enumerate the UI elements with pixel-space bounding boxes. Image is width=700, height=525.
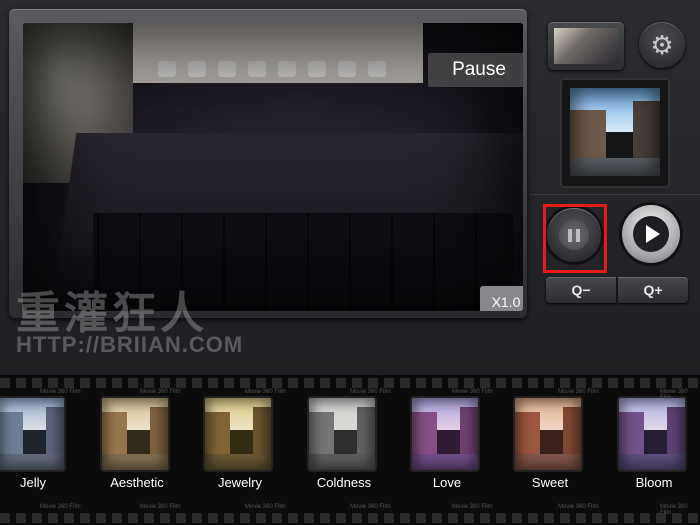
camera-preview-frame: Pause X1.0 [9, 9, 527, 318]
filter-label: Coldness [316, 475, 372, 490]
film-perforations [0, 378, 700, 388]
filter-item-bloom[interactable]: Bloom [614, 398, 694, 498]
gallery-thumbnail [554, 28, 618, 64]
film-brand-text: Movie 360 Film [140, 389, 181, 395]
filter-item-sweet[interactable]: Sweet [510, 398, 590, 498]
filter-thumbnail [102, 398, 168, 470]
pause-button-highlight [543, 204, 607, 273]
gear-icon: ⚙ [650, 29, 674, 60]
film-brand-text: Movie 360 Film [140, 504, 181, 510]
film-brand-text: Movie 360 Film [245, 389, 286, 395]
zoom-out-button[interactable]: Q− [546, 277, 616, 303]
film-brand-text: Movie 360 Film [558, 504, 599, 510]
filter-item-love[interactable]: Love [407, 398, 487, 498]
film-brand-text: Movie 360 Film [660, 504, 688, 516]
film-brand-text: Movie 360 Film [452, 504, 493, 510]
filter-film-strip[interactable]: Jelly Aesthetic Jewelry Coldness Love Sweet Bl… [0, 375, 700, 525]
filter-thumbnail [0, 398, 64, 470]
play-button[interactable] [622, 205, 680, 263]
filter-label: Bloom [635, 475, 673, 490]
settings-button[interactable]: ⚙ [639, 22, 685, 68]
film-brand-text: Movie 360 Film [245, 504, 286, 510]
app-window: Pause X1.0 ⚙ Q− Q+ 重灌狂人 HTTP://BRIIAN.CO… [0, 0, 700, 525]
filter-thumbnail [619, 398, 685, 470]
film-brand-text: Movie 360 Film [350, 389, 391, 395]
filter-thumbnail [515, 398, 581, 470]
watermark-title: 重灌狂人 [16, 288, 208, 339]
filter-label: Aesthetic [110, 475, 164, 490]
watermark: 重灌狂人 HTTP://BRIIAN.COM [16, 292, 243, 358]
filter-thumbnail [309, 398, 375, 470]
gallery-button[interactable] [548, 22, 624, 70]
filter-item-coldness[interactable]: Coldness [304, 398, 384, 498]
divider [530, 194, 700, 195]
film-perforations [0, 513, 700, 523]
film-brand-text: Movie 360 Film [558, 389, 599, 395]
filter-item-aesthetic[interactable]: Aesthetic [97, 398, 177, 498]
filter-thumbnail [205, 398, 271, 470]
film-brand-text: Movie 360 Film [452, 389, 493, 395]
filter-thumbnail [412, 398, 478, 470]
filter-item-jelly[interactable]: Jelly [0, 398, 73, 498]
zoom-level-label: X1.0 [480, 286, 523, 311]
film-brand-text: Movie 360 Film [660, 389, 688, 401]
zoom-in-icon: Q+ [643, 282, 663, 298]
recording-state-label: Pause [428, 53, 523, 87]
film-brand-text: Movie 360 Film [40, 389, 81, 395]
filter-label: Jewelry [217, 475, 263, 490]
filter-label: Love [432, 475, 462, 490]
filter-item-jewelry[interactable]: Jewelry [200, 398, 280, 498]
current-filter-preview [560, 78, 670, 188]
watermark-url: HTTP://BRIIAN.COM [16, 332, 244, 357]
film-brand-text: Movie 360 Film [350, 504, 391, 510]
filter-label: Sweet [531, 475, 569, 490]
play-icon [633, 216, 669, 252]
current-filter-image [570, 88, 660, 176]
film-brand-text: Movie 360 Film [40, 504, 81, 510]
camera-preview[interactable]: Pause X1.0 [23, 23, 523, 311]
filter-label: Jelly [19, 475, 46, 490]
zoom-in-button[interactable]: Q+ [618, 277, 688, 303]
zoom-out-icon: Q− [571, 282, 591, 298]
